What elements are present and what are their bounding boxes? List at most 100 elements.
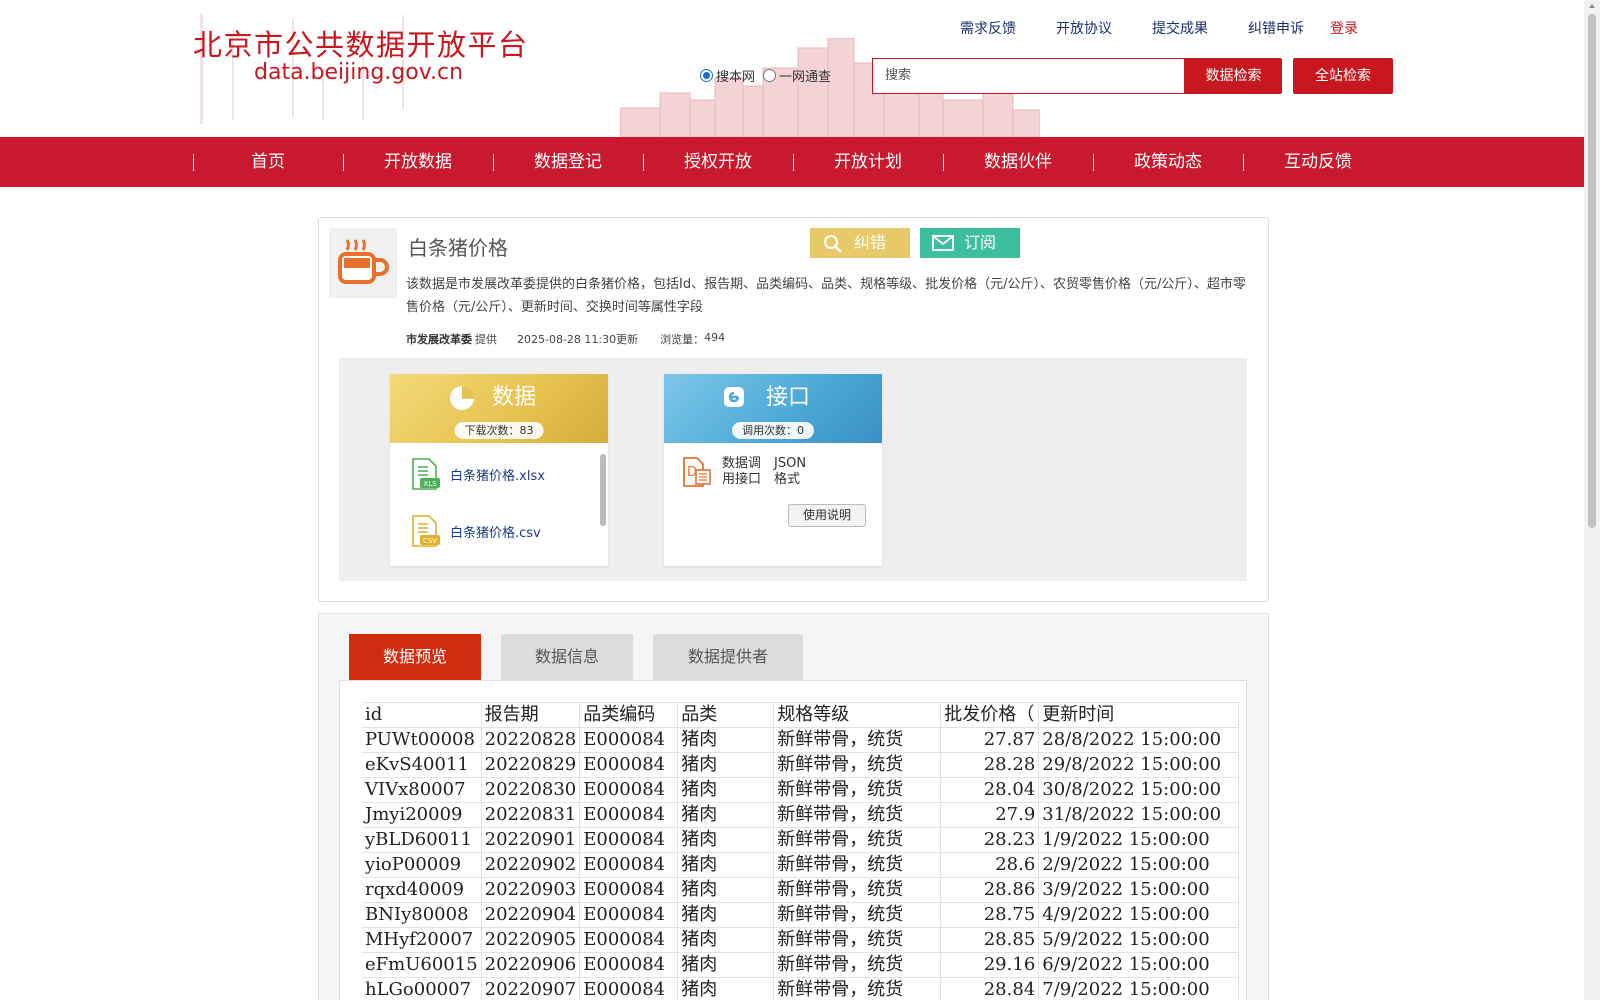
table-cell: 20220902 <box>481 852 581 878</box>
table-cell: 20220907 <box>481 977 581 1000</box>
site-logo-domain[interactable]: data.beijing.gov.cn <box>254 60 463 85</box>
site-logo-title[interactable]: 北京市公共数据开放平台 <box>193 22 529 64</box>
radio-selected-icon[interactable] <box>700 69 713 82</box>
table-row: PUWt00008 20220828 E000084 猪肉 新鲜带骨，统货 27.87 28… <box>362 727 1240 753</box>
table-cell: 新鲜带骨，统货 <box>773 927 942 953</box>
dataset-provider: 市发展改革委 <box>406 333 472 346</box>
scroll-up-icon[interactable] <box>1589 4 1595 8</box>
table-cell: E000084 <box>579 777 679 803</box>
radio-unselected-icon[interactable] <box>763 69 777 82</box>
main-nav: 首页 开放数据 数据登记 授权开放 开放计划 数据伙伴 政策动态 互动反馈 <box>0 137 1584 187</box>
api-type-line1: 数据调 <box>722 456 762 471</box>
file-item-csv[interactable]: CSV 白条猪价格.csv <box>410 515 541 547</box>
nav-item-authorized-open[interactable]: 授权开放 <box>643 137 793 187</box>
table-cell: E000084 <box>579 902 679 928</box>
table-cell: 20220829 <box>481 752 581 778</box>
api-info-row: D 数据调 用接口 JSON 格式 <box>682 456 826 488</box>
report-error-label: 纠错 <box>854 233 887 252</box>
table-cell: 新鲜带骨，统货 <box>773 952 942 978</box>
dataset-updated: 2025-08-28 11:30更新 <box>517 333 639 346</box>
toplink-submit-results[interactable]: 提交成果 <box>1152 18 1208 38</box>
tab-data-provider[interactable]: 数据提供者 <box>653 634 803 680</box>
preview-section: 数据预览 数据信息 数据提供者 id 报告期 品类编码 品类 规格等级 批发价格（ 更新时间… <box>318 613 1269 1000</box>
search-input[interactable]: 搜索 <box>872 58 1185 94</box>
table-cell: 27.87 <box>940 727 1040 753</box>
table-cell: 2/9/2022 15:00:00 <box>1038 852 1240 878</box>
table-cell: E000084 <box>579 827 679 853</box>
table-cell: 新鲜带骨，统货 <box>773 727 942 753</box>
toplink-open-agreement[interactable]: 开放协议 <box>1056 18 1112 38</box>
table-row: eKvS40011 20220829 E000084 猪肉 新鲜带骨，统货 28.28 29… <box>362 752 1240 778</box>
table-cell: yioP00009 <box>362 852 482 878</box>
report-error-button[interactable]: 纠错 <box>810 228 910 258</box>
nav-item-policy-news[interactable]: 政策动态 <box>1093 137 1243 187</box>
table-cell: 猪肉 <box>677 952 775 978</box>
tab-data-info[interactable]: 数据信息 <box>501 634 633 680</box>
xls-file-icon: XLS <box>412 458 440 490</box>
preview-table: id 报告期 品类编码 品类 规格等级 批发价格（ 更新时间 PUWt00008 2022082… <box>362 702 1240 1000</box>
usage-instructions-button[interactable]: 使用说明 <box>788 504 866 527</box>
table-cell: 猪肉 <box>677 927 775 953</box>
download-count: 下载次数：83 <box>454 422 544 439</box>
file-name-csv[interactable]: 白条猪价格.csv <box>450 522 541 541</box>
table-header-cell: 规格等级 <box>773 702 942 728</box>
data-download-panel: 数据 下载次数：83 XLS 白条猪价格.xlsx CSV 白条猪价格.csv <box>390 374 608 566</box>
login-link[interactable]: 登录 <box>1330 18 1358 38</box>
table-row: eFmU60015 20220906 E000084 猪肉 新鲜带骨，统货 29.16 6/… <box>362 952 1240 978</box>
api-panel-header: 接口 调用次数：0 <box>664 374 882 443</box>
table-cell: 27.9 <box>940 802 1040 828</box>
nav-item-data-registration[interactable]: 数据登记 <box>493 137 643 187</box>
table-cell: 28.6 <box>940 852 1040 878</box>
nav-item-interactive-feedback[interactable]: 互动反馈 <box>1243 137 1393 187</box>
table-header-cell: 品类编码 <box>579 702 679 728</box>
data-search-button[interactable]: 数据检索 <box>1185 58 1282 94</box>
table-cell: 新鲜带骨，统货 <box>773 777 942 803</box>
table-cell: Jmyi20009 <box>362 802 482 828</box>
file-item-xlsx[interactable]: XLS 白条猪价格.xlsx <box>410 458 545 490</box>
dataset-description: 该数据是市发展改革委提供的白条猪价格，包括Id、报告期、品类编码、品类、规格等级… <box>406 277 1246 315</box>
site-search-button[interactable]: 全站检索 <box>1293 58 1393 94</box>
table-cell: 新鲜带骨，统货 <box>773 977 942 1000</box>
coffee-cup-icon <box>338 239 389 284</box>
scope-radio-all[interactable]: 一网通查 <box>763 66 831 85</box>
file-list-scrollbar[interactable] <box>600 446 606 563</box>
table-cell: 20220828 <box>481 727 581 753</box>
file-name-xlsx[interactable]: 白条猪价格.xlsx <box>450 465 545 484</box>
table-cell: 猪肉 <box>677 777 775 803</box>
table-cell: 28.04 <box>940 777 1040 803</box>
api-description: 数据调 用接口 JSON 格式 <box>722 456 826 488</box>
table-cell: 新鲜带骨，统货 <box>773 802 942 828</box>
table-cell: 4/9/2022 15:00:00 <box>1038 902 1240 928</box>
resource-area: 数据 下载次数：83 XLS 白条猪价格.xlsx CSV 白条猪价格.csv … <box>339 358 1247 581</box>
table-cell: eKvS40011 <box>362 752 482 778</box>
tab-data-preview[interactable]: 数据预览 <box>349 634 481 680</box>
magnifier-icon <box>824 235 842 253</box>
page-scrollbar[interactable] <box>1584 0 1600 1000</box>
table-cell: 28.75 <box>940 902 1040 928</box>
nav-item-open-data[interactable]: 开放数据 <box>343 137 493 187</box>
nav-item-open-plan[interactable]: 开放计划 <box>793 137 943 187</box>
toplink-demand-feedback[interactable]: 需求反馈 <box>960 18 1016 38</box>
toplink-error-appeal[interactable]: 纠错申诉 <box>1248 18 1304 38</box>
table-cell: yBLD60011 <box>362 827 482 853</box>
table-cell: 28/8/2022 15:00:00 <box>1038 727 1240 753</box>
table-row: rqxd40009 20220903 E000084 猪肉 新鲜带骨，统货 28.86 3/… <box>362 877 1240 903</box>
subscribe-button[interactable]: 订阅 <box>920 228 1020 258</box>
table-cell: 6/9/2022 15:00:00 <box>1038 952 1240 978</box>
api-panel-title: 接口 <box>765 385 810 410</box>
nav-item-data-partners[interactable]: 数据伙伴 <box>943 137 1093 187</box>
search-scope-group: 搜本网 一网通查 <box>700 66 839 85</box>
top-links: 需求反馈 开放协议 提交成果 纠错申诉 登录 <box>920 18 1358 38</box>
scope-radio-site[interactable]: 搜本网 <box>700 66 755 85</box>
table-cell: 猪肉 <box>677 977 775 1000</box>
table-row: yioP00009 20220902 E000084 猪肉 新鲜带骨，统货 28.6 2/9… <box>362 852 1240 878</box>
page-scrollbar-thumb[interactable] <box>1588 14 1596 528</box>
table-cell: 新鲜带骨，统货 <box>773 827 942 853</box>
table-cell: 20220830 <box>481 777 581 803</box>
api-document-icon: D <box>683 457 711 487</box>
dataset-meta: 市发展改革委 提供 2025-08-28 11:30更新 浏览量： 494 <box>406 331 725 347</box>
table-cell: E000084 <box>579 977 679 1000</box>
api-format-line2: 格式 <box>774 472 801 487</box>
nav-item-home[interactable]: 首页 <box>193 137 343 187</box>
provider-suffix: 提供 <box>475 333 497 346</box>
